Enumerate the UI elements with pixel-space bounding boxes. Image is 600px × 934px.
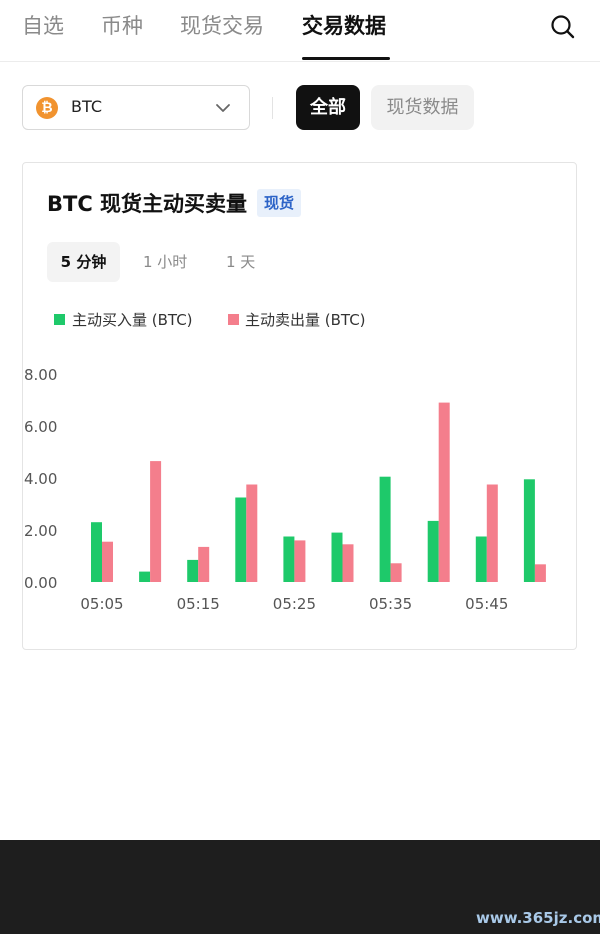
card-title: BTC 现货主动买卖量 bbox=[47, 192, 248, 216]
buy-volume-bar bbox=[187, 559, 199, 582]
legend-buy-swatch bbox=[54, 314, 65, 325]
interval-1day[interactable]: 1 天 bbox=[226, 242, 255, 282]
tab-spot-trading[interactable]: 现货交易 bbox=[180, 10, 264, 40]
spot-badge: 现货 bbox=[257, 189, 302, 217]
x-tick-label: 05:25 bbox=[273, 595, 316, 613]
chevron-down-icon bbox=[216, 104, 230, 112]
x-tick-label: 05:35 bbox=[369, 595, 412, 613]
filter-spot-data-button[interactable]: 现货数据 bbox=[371, 85, 474, 130]
sell-volume-bar bbox=[438, 402, 450, 582]
watermark: www.365jz.com bbox=[476, 909, 600, 927]
legend-sell-label: 主动卖出量 (BTC) bbox=[245, 311, 366, 329]
coin-select[interactable]: ₿ BTC bbox=[22, 85, 250, 130]
divider bbox=[272, 97, 273, 119]
y-tick-label: 4.00 bbox=[24, 470, 57, 488]
y-tick-label: 6.00 bbox=[24, 418, 57, 436]
sell-volume-bar bbox=[102, 541, 113, 582]
tab-coins[interactable]: 币种 bbox=[101, 10, 143, 40]
y-tick-label: 8.00 bbox=[24, 366, 57, 384]
buy-volume-bar bbox=[523, 479, 535, 582]
x-tick-label: 05:15 bbox=[177, 595, 220, 613]
x-tick-label: 05:45 bbox=[465, 595, 508, 613]
tab-trading-data[interactable]: 交易数据 bbox=[302, 10, 386, 40]
y-tick-label: 2.00 bbox=[24, 522, 57, 540]
interval-5min[interactable]: 5 分钟 bbox=[47, 242, 120, 282]
search-button[interactable] bbox=[548, 12, 578, 42]
sell-volume-bar bbox=[294, 540, 306, 582]
buy-volume-bar bbox=[139, 571, 151, 582]
sell-volume-bar bbox=[534, 564, 546, 582]
filter-all-button[interactable]: 全部 bbox=[296, 85, 360, 130]
volume-bar-chart: 8.00 6.00 4.00 2.00 0.00 05:05 05:15 05:25 05:35… bbox=[24, 366, 546, 613]
buy-volume-bar bbox=[91, 522, 102, 582]
top-nav: 自选 币种 现货交易 交易数据 bbox=[0, 0, 600, 62]
bitcoin-icon: ₿ bbox=[36, 97, 58, 119]
coin-select-value: BTC bbox=[71, 97, 102, 116]
buy-volume-bar bbox=[331, 532, 343, 582]
search-icon bbox=[551, 15, 575, 39]
buy-volume-bar bbox=[379, 476, 391, 582]
legend-sell-swatch bbox=[228, 314, 239, 325]
tab-watchlist[interactable]: 自选 bbox=[22, 10, 64, 40]
sell-volume-bar bbox=[390, 563, 402, 582]
sell-volume-bar bbox=[342, 544, 354, 582]
buy-volume-bar bbox=[283, 536, 295, 582]
legend-buy-label: 主动买入量 (BTC) bbox=[72, 311, 193, 329]
sell-volume-bar bbox=[486, 484, 498, 582]
y-tick-label: 0.00 bbox=[24, 574, 57, 592]
buy-volume-bar bbox=[235, 497, 247, 582]
interval-1hour[interactable]: 1 小时 bbox=[143, 242, 187, 282]
sell-volume-bar bbox=[150, 461, 162, 582]
sell-volume-bar bbox=[246, 484, 258, 582]
buy-volume-bar bbox=[427, 520, 439, 582]
active-tab-indicator bbox=[302, 57, 390, 60]
buy-volume-bar bbox=[475, 536, 487, 582]
x-tick-label: 05:05 bbox=[80, 595, 123, 613]
sell-volume-bar bbox=[198, 546, 210, 582]
